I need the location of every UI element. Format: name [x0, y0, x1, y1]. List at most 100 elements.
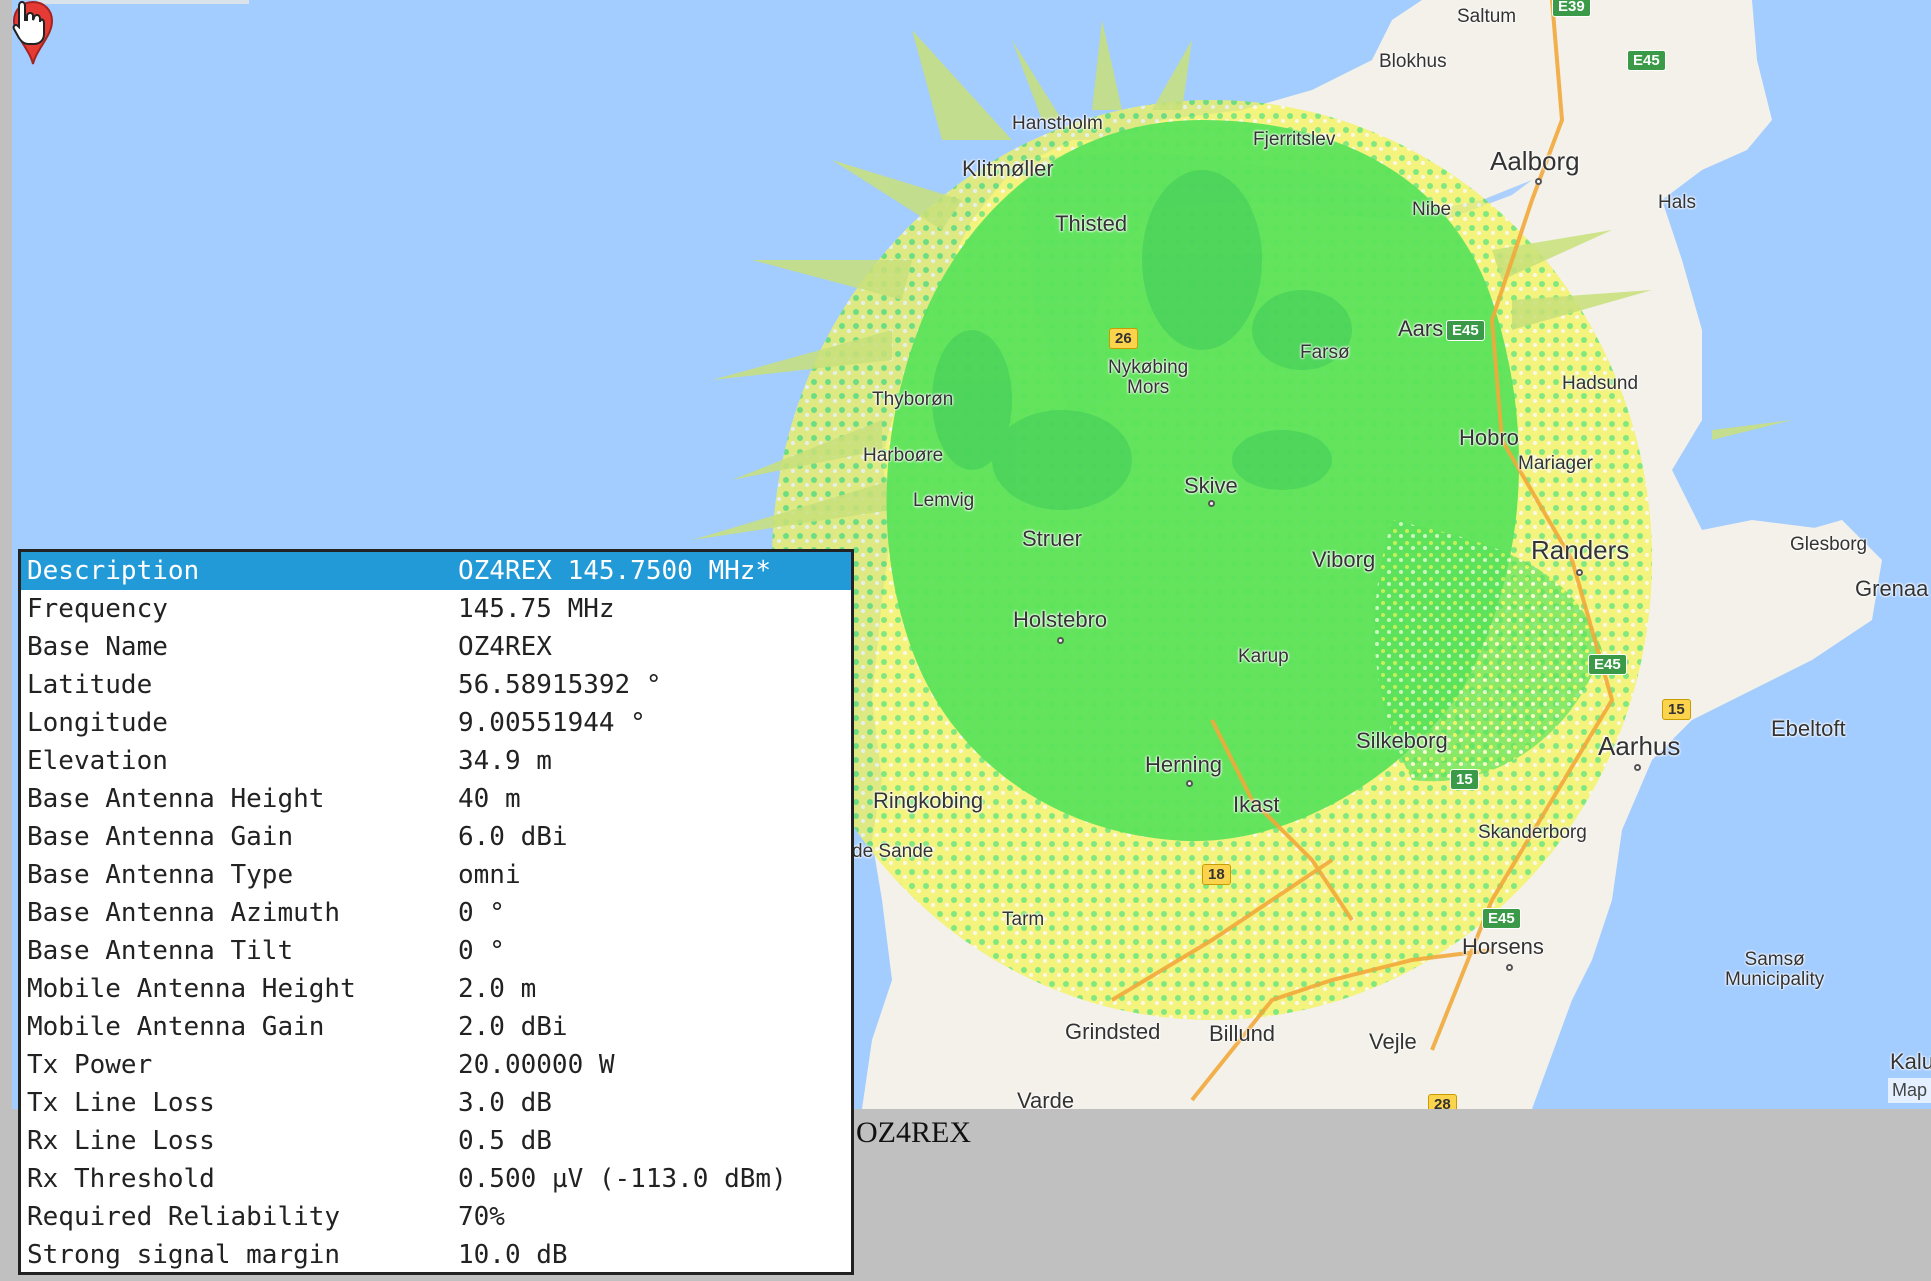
- place-billund: Billund: [1209, 1021, 1276, 1046]
- info-row: Tx Power 20.00000 W: [21, 1046, 851, 1084]
- info-row: Description OZ4REX 145.7500 MHz*: [21, 552, 851, 590]
- info-value: 0 °: [458, 898, 505, 928]
- info-row: Strong signal margin 10.0 dB: [21, 1236, 851, 1274]
- road-shield: E45: [1588, 654, 1627, 675]
- town-dot-horsens: [1506, 964, 1513, 971]
- info-value: 70%: [458, 1202, 505, 1232]
- place-hadsund: Hadsund: [1562, 373, 1639, 394]
- info-key: Rx Threshold: [27, 1164, 215, 1194]
- info-key: Strong signal margin: [27, 1240, 341, 1270]
- place-blokhus: Blokhus: [1379, 51, 1447, 72]
- place-ringkobing: Ringkobing: [873, 788, 984, 813]
- place-aalborg: Aalborg: [1490, 146, 1580, 176]
- road-shield: 26: [1109, 328, 1138, 349]
- station-info-panel: Description OZ4REX 145.7500 MHz* Frequency…: [18, 549, 854, 1275]
- info-value: 34.9 m: [458, 746, 552, 776]
- town-dot-herning: [1186, 780, 1193, 787]
- info-value: 6.0 dBi: [458, 822, 568, 852]
- road-shield: E45: [1627, 50, 1666, 71]
- info-value: 0.5 dB: [458, 1126, 552, 1156]
- info-value: 0.500 µV (-113.0 dBm): [458, 1164, 787, 1194]
- info-value: 3.0 dB: [458, 1088, 552, 1118]
- road-shield: 15: [1662, 699, 1691, 720]
- info-row: Mobile Antenna Gain 2.0 dBi: [21, 1008, 851, 1046]
- info-value: 56.58915392 °: [458, 670, 662, 700]
- place-aars: Aars: [1398, 316, 1444, 341]
- place-de-sande: de Sande: [852, 841, 934, 862]
- place-grenaa: Grenaa: [1855, 576, 1929, 601]
- place-fjerritslev: Fjerritslev: [1253, 129, 1336, 150]
- town-dot-aalborg: [1535, 178, 1542, 185]
- place-aarhus: Aarhus: [1598, 731, 1681, 761]
- info-value: omni: [458, 860, 521, 890]
- info-row: Required Reliability 70%: [21, 1198, 851, 1236]
- info-row: Elevation 34.9 m: [21, 742, 851, 780]
- town-dot-skive: [1208, 500, 1215, 507]
- place-ikast: Ikast: [1233, 792, 1280, 817]
- place-saltum: Saltum: [1457, 6, 1517, 27]
- place-hals: Hals: [1658, 192, 1697, 213]
- place-klitmoller: Klitmøller: [962, 156, 1054, 181]
- place-vejle: Vejle: [1369, 1029, 1417, 1054]
- place-skanderborg: Skanderborg: [1478, 822, 1587, 843]
- info-key: Frequency: [27, 594, 168, 624]
- place-thyboron: Thyborøn: [872, 389, 954, 410]
- place-holstebro: Holstebro: [1013, 607, 1108, 632]
- info-row: Base Antenna Azimuth 0 °: [21, 894, 851, 932]
- info-row: Tx Line Loss 3.0 dB: [21, 1084, 851, 1122]
- place-skive: Skive: [1184, 473, 1238, 498]
- info-row: Mobile Antenna Height 2.0 m: [21, 970, 851, 1008]
- info-key: Required Reliability: [27, 1202, 341, 1232]
- info-row: Longitude 9.00551944 °: [21, 704, 851, 742]
- road-shield: E39: [1552, 0, 1591, 17]
- info-value: OZ4REX 145.7500 MHz*: [452, 552, 851, 590]
- info-key: Longitude: [27, 708, 168, 738]
- road-shield: 18: [1202, 864, 1231, 885]
- info-value: 9.00551944 °: [458, 708, 646, 738]
- place-grindsted: Grindsted: [1065, 1019, 1161, 1044]
- place-randers: Randers: [1531, 535, 1630, 565]
- place-herning: Herning: [1145, 752, 1223, 777]
- town-dot-randers: [1576, 569, 1583, 576]
- info-row: Base Antenna Tilt 0 °: [21, 932, 851, 970]
- info-value: 2.0 m: [458, 974, 537, 1004]
- info-key: Rx Line Loss: [27, 1126, 215, 1156]
- info-key: Mobile Antenna Height: [27, 974, 356, 1004]
- info-key: Description: [21, 552, 452, 590]
- info-key: Latitude: [27, 670, 153, 700]
- info-value: 40 m: [458, 784, 521, 814]
- map-attribution[interactable]: Map: [1887, 1078, 1931, 1103]
- place-thisted: Thisted: [1055, 211, 1128, 236]
- place-tarm: Tarm: [1002, 909, 1045, 930]
- info-key: Base Name: [27, 632, 168, 662]
- info-key: Tx Power: [27, 1050, 153, 1080]
- info-value: 20.00000 W: [458, 1050, 615, 1080]
- place-samso: Samsø Municipality: [1725, 949, 1825, 990]
- info-row: Frequency 145.75 MHz: [21, 590, 851, 628]
- place-varde: Varde: [1017, 1088, 1075, 1109]
- info-key: Base Antenna Type: [27, 860, 294, 890]
- road-shield: E45: [1482, 908, 1521, 929]
- info-value: 2.0 dBi: [458, 1012, 568, 1042]
- place-karup: Karup: [1238, 646, 1289, 667]
- info-row: Latitude 56.58915392 °: [21, 666, 851, 704]
- info-key: Base Antenna Azimuth: [27, 898, 341, 928]
- info-key: Mobile Antenna Gain: [27, 1012, 325, 1042]
- info-value: 0 °: [458, 936, 505, 966]
- place-farso: Farsø: [1300, 342, 1350, 363]
- info-row: Rx Threshold 0.500 µV (-113.0 dBm): [21, 1160, 851, 1198]
- hand-cursor-icon: [12, 0, 45, 45]
- place-ebeltoft: Ebeltoft: [1771, 716, 1846, 741]
- info-key: Base Antenna Gain: [27, 822, 294, 852]
- place-horsens: Horsens: [1462, 934, 1544, 959]
- place-hobro: Hobro: [1459, 425, 1519, 450]
- info-row: Base Name OZ4REX: [21, 628, 851, 666]
- info-row: Base Antenna Gain 6.0 dBi: [21, 818, 851, 856]
- info-row: Base Antenna Type omni: [21, 856, 851, 894]
- info-key: Base Antenna Height: [27, 784, 325, 814]
- town-dot-aarhus: [1634, 764, 1641, 771]
- place-viborg: Viborg: [1312, 547, 1376, 572]
- place-struer: Struer: [1022, 526, 1082, 551]
- info-row: Base Antenna Height 40 m: [21, 780, 851, 818]
- place-mariager: Mariager: [1518, 453, 1593, 474]
